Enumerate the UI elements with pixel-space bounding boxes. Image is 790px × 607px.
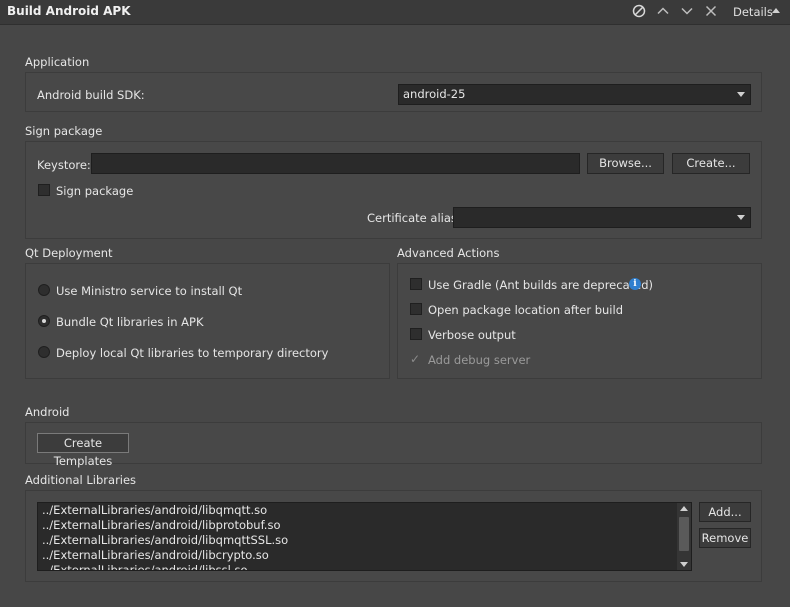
combo-arrow-icon	[737, 92, 745, 97]
advanced-actions-group-title: Advanced Actions	[397, 246, 500, 260]
disable-icon[interactable]	[631, 3, 647, 19]
scroll-down-arrow-icon[interactable]	[680, 562, 688, 567]
sdk-value: android-25	[403, 87, 466, 101]
build-apk-panel: Application Android build SDK: android-2…	[0, 25, 790, 607]
title-bar: Build Android APK Details	[0, 0, 790, 25]
deploy-local-radio[interactable]	[38, 346, 50, 358]
verbose-output-label: Verbose output	[428, 328, 516, 342]
sdk-label: Android build SDK:	[37, 88, 145, 102]
additional-libraries-group: ../ExternalLibraries/android/libqmqtt.so…	[25, 490, 762, 582]
browse-button[interactable]: Browse...	[587, 153, 664, 174]
details-button[interactable]: Details	[733, 5, 773, 19]
verbose-output-checkbox[interactable]	[410, 328, 422, 340]
open-package-location-label: Open package location after build	[428, 303, 624, 317]
libraries-list[interactable]: ../ExternalLibraries/android/libqmqtt.so…	[37, 502, 692, 571]
libraries-scrollbar[interactable]	[677, 503, 691, 570]
android-group-title: Android	[25, 405, 70, 419]
use-gradle-checkbox[interactable]	[410, 278, 422, 290]
create-templates-button[interactable]: Create Templates	[37, 433, 129, 468]
expand-arrow-icon[interactable]	[772, 8, 780, 13]
application-group: Android build SDK: android-25	[25, 72, 762, 112]
certificate-alias-label: Certificate alias:	[367, 211, 461, 225]
use-gradle-label: Use Gradle (Ant builds are deprecated)	[428, 278, 654, 292]
sign-package-group-title: Sign package	[25, 124, 103, 138]
combo-arrow-icon	[737, 215, 745, 220]
deploy-local-label: Deploy local Qt libraries to temporary d…	[56, 346, 329, 360]
add-debug-server-checkbox[interactable]: ✓	[410, 353, 422, 365]
ministro-radio[interactable]	[38, 284, 50, 296]
bundle-qt-radio[interactable]	[38, 315, 50, 327]
keystore-label: Keystore:	[37, 158, 91, 172]
chevron-up-icon[interactable]	[655, 3, 671, 19]
sign-package-group: Keystore: Browse... Create... Sign packa…	[25, 141, 762, 239]
chevron-down-icon[interactable]	[679, 3, 695, 19]
list-item[interactable]: ../ExternalLibraries/android/libqmqttSSL…	[38, 533, 691, 548]
qt-deployment-group: Use Ministro service to install Qt Bundl…	[25, 263, 390, 379]
certificate-alias-combobox[interactable]	[453, 207, 751, 228]
sign-package-label: Sign package	[56, 184, 134, 198]
scrollbar-thumb[interactable]	[679, 517, 689, 551]
add-debug-server-label: Add debug server	[428, 353, 531, 367]
qt-deployment-group-title: Qt Deployment	[25, 246, 113, 260]
add-library-button[interactable]: Add...	[699, 502, 751, 522]
scroll-up-arrow-icon[interactable]	[680, 506, 688, 511]
open-package-location-checkbox[interactable]	[410, 303, 422, 315]
list-item[interactable]: ../ExternalLibraries/android/libprotobuf…	[38, 518, 691, 533]
android-group: Create Templates	[25, 422, 762, 468]
keystore-input[interactable]	[91, 153, 580, 174]
sign-package-checkbox[interactable]	[38, 184, 50, 196]
bundle-qt-label: Bundle Qt libraries in APK	[56, 315, 204, 329]
application-group-title: Application	[25, 55, 90, 69]
advanced-actions-group: Use Gradle (Ant builds are deprecated) i…	[397, 263, 762, 379]
list-item[interactable]: ../ExternalLibraries/android/libqmqtt.so	[38, 503, 691, 518]
info-icon[interactable]: i	[629, 278, 641, 290]
window-title: Build Android APK	[7, 4, 131, 18]
list-item[interactable]: ../ExternalLibraries/android/libcrypto.s…	[38, 548, 691, 563]
create-keystore-button[interactable]: Create...	[672, 153, 750, 174]
list-item[interactable]: ../ExternalLibraries/android/libssl.so	[38, 563, 691, 570]
ministro-label: Use Ministro service to install Qt	[56, 284, 243, 298]
close-icon[interactable]	[703, 3, 719, 19]
sdk-combobox[interactable]: android-25	[398, 84, 751, 105]
remove-library-button[interactable]: Remove	[699, 528, 751, 548]
additional-libraries-group-title: Additional Libraries	[25, 473, 137, 487]
